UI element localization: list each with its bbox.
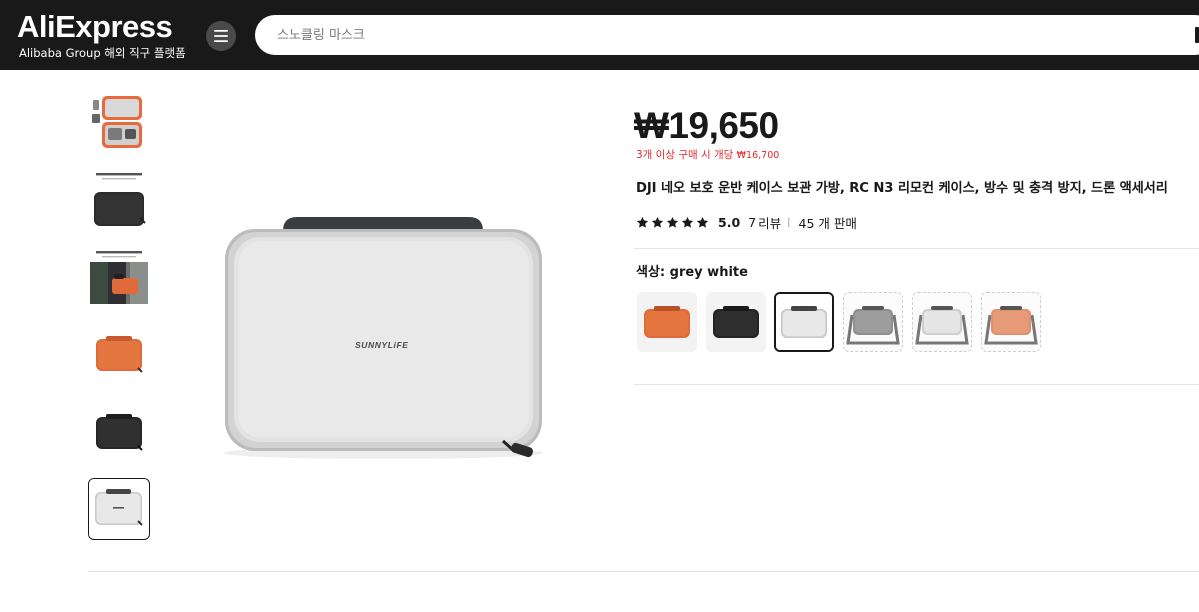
separator: |: [787, 216, 791, 228]
bulk-discount-price: ₩16,700: [736, 150, 780, 161]
thumbnail-image: [88, 170, 150, 232]
rating-row: 5.0 7 리뷰 | 45 개 판매: [636, 213, 857, 231]
rating-value: 5.0: [718, 214, 741, 230]
thumbnail-image: [88, 92, 150, 154]
product-price: ₩19,650: [634, 105, 779, 146]
review-link[interactable]: 리뷰: [758, 213, 781, 232]
divider: [634, 384, 1199, 385]
star-icon: [636, 216, 649, 228]
thumbnail-image: [88, 326, 150, 388]
aliexpress-logo[interactable]: AliExpress Alibaba Group 해외 직구 플랫폼: [17, 9, 197, 63]
top-header: AliExpress Alibaba Group 해외 직구 플랫폼: [0, 0, 1199, 70]
swatch-image: [637, 292, 697, 352]
swatch-image: [706, 292, 766, 352]
bulk-discount-prefix: 3개 이상 구매 시 개당: [636, 149, 734, 161]
sold-count: 45 개 판매: [798, 215, 857, 231]
swatch-image: [844, 293, 902, 351]
logo-tagline: Alibaba Group 해외 직구 플랫폼: [19, 46, 186, 60]
star-icon: [666, 216, 679, 228]
logo-wordmark: AliExpress: [17, 9, 173, 44]
thumbnail-image: [88, 248, 150, 310]
star-rating: [636, 216, 709, 229]
thumbnail-image: [88, 403, 150, 465]
swatch-grey-white-strap[interactable]: [912, 292, 972, 352]
brand-mark: SUNNYLiFE: [355, 340, 409, 350]
menu-button[interactable]: [206, 21, 236, 51]
thumbnail-image: [89, 479, 148, 538]
swatch-grey-white-selected[interactable]: [774, 292, 834, 352]
swatch-orange[interactable]: [637, 292, 697, 352]
star-icon: [696, 216, 709, 228]
swatch-black[interactable]: [706, 292, 766, 352]
thumbnail-5[interactable]: [88, 403, 150, 465]
thumbnail-1[interactable]: [88, 92, 150, 154]
swatch-image: [913, 293, 971, 351]
bulk-discount-text: 3개 이상 구매 시 개당 ₩16,700: [636, 149, 779, 162]
hamburger-icon: [214, 30, 228, 42]
swatch-grey-strap[interactable]: [843, 292, 903, 352]
review-count[interactable]: 7: [748, 215, 756, 230]
star-icon: [651, 216, 664, 228]
color-label: 색상: grey white: [636, 265, 748, 280]
star-icon: [681, 216, 694, 228]
divider: [634, 248, 1199, 249]
search-input[interactable]: [277, 15, 1177, 55]
search-bar[interactable]: [255, 15, 1199, 55]
thumbnail-2[interactable]: [88, 170, 150, 232]
divider: [88, 571, 1199, 572]
product-title: DJI 네오 보호 운반 케이스 보관 가방, RC N3 리모컨 케이스, 방…: [636, 181, 1168, 196]
product-case-image: SUNNYLiFE: [223, 217, 543, 459]
swatch-orange-strap[interactable]: [981, 292, 1041, 352]
thumbnail-4[interactable]: [88, 326, 150, 388]
thumbnail-3[interactable]: [88, 248, 150, 310]
main-product-image[interactable]: SUNNYLiFE: [205, 205, 560, 470]
swatch-image: [982, 293, 1040, 351]
search-button-edge[interactable]: [1195, 27, 1199, 43]
swatch-image: [776, 294, 832, 350]
thumbnail-6-selected[interactable]: [88, 478, 150, 540]
